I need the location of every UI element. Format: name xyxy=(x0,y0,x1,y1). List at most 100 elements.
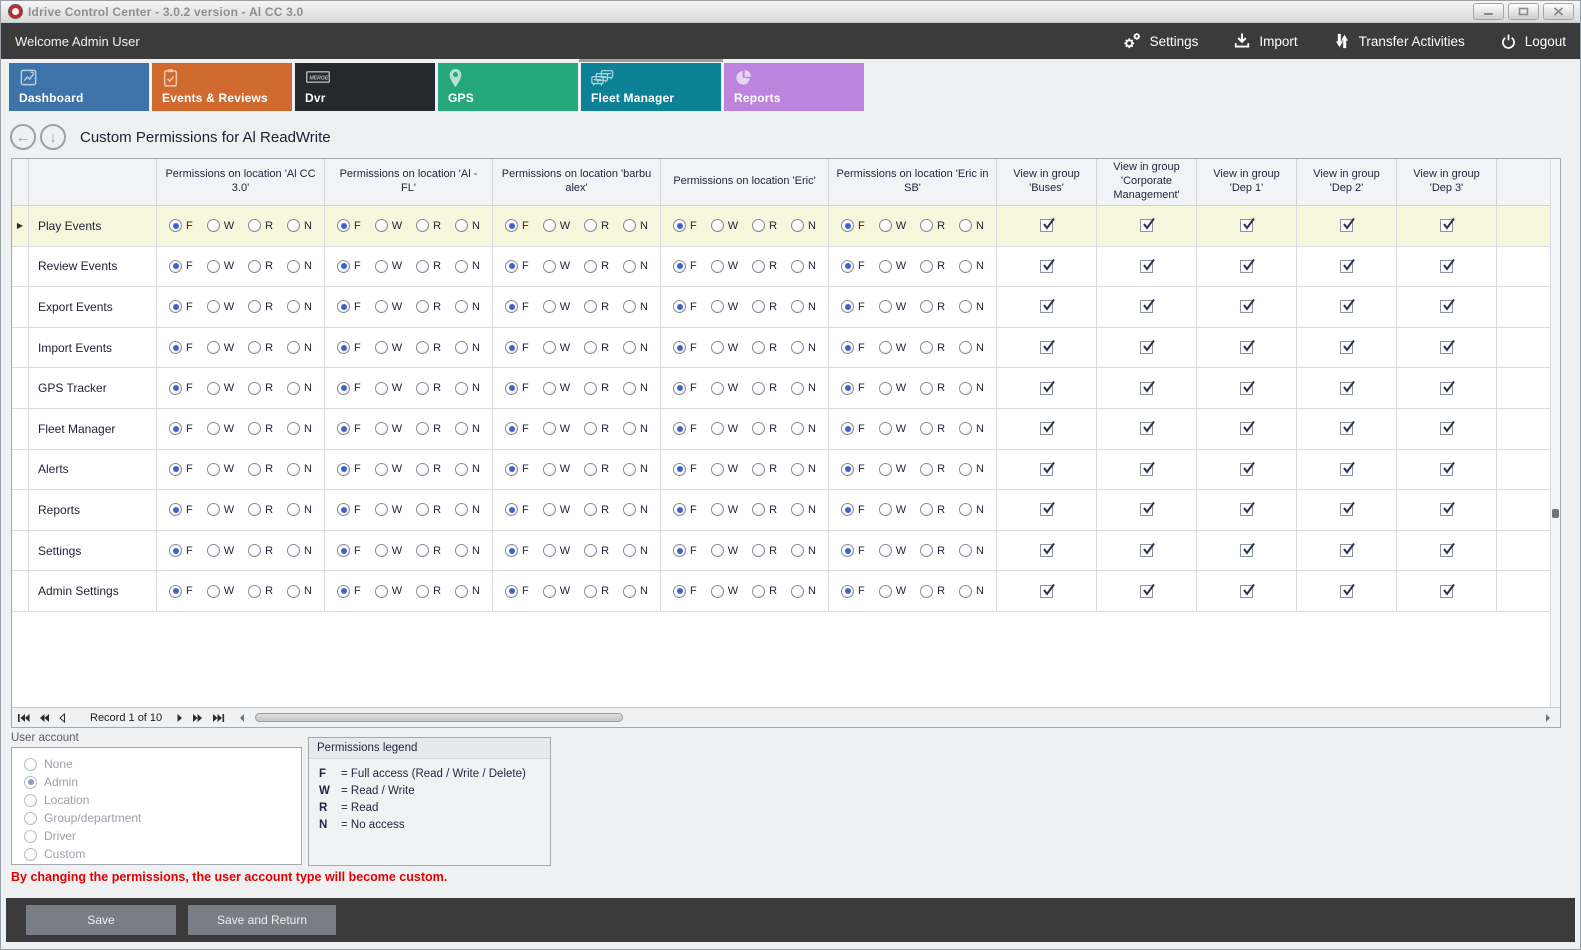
radio-button-selected[interactable] xyxy=(841,300,854,313)
permission-option-f[interactable]: F xyxy=(841,341,865,354)
next-record-button[interactable] xyxy=(176,713,183,723)
permission-option-f[interactable]: F xyxy=(505,341,529,354)
radio-button[interactable] xyxy=(711,463,724,476)
view-checkbox[interactable] xyxy=(1440,422,1453,435)
permission-option-f[interactable]: F xyxy=(337,503,361,516)
table-row[interactable]: Export EventsFWRNFWRNFWRNFWRNFWRN xyxy=(12,287,1550,328)
table-row[interactable]: SettingsFWRNFWRNFWRNFWRNFWRN xyxy=(12,531,1550,572)
radio-button[interactable] xyxy=(879,341,892,354)
radio-button-selected[interactable] xyxy=(337,219,350,232)
radio-button[interactable] xyxy=(24,812,37,825)
radio-button[interactable] xyxy=(416,422,429,435)
radio-button[interactable] xyxy=(24,830,37,843)
radio-button[interactable] xyxy=(791,219,804,232)
permission-option-w[interactable]: W xyxy=(543,382,570,395)
permission-option-n[interactable]: N xyxy=(791,341,816,354)
permission-option-n[interactable]: N xyxy=(287,219,312,232)
radio-button[interactable] xyxy=(623,382,636,395)
radio-button[interactable] xyxy=(375,503,388,516)
radio-button-selected[interactable] xyxy=(169,422,182,435)
permission-option-n[interactable]: N xyxy=(287,503,312,516)
permission-option-w[interactable]: W xyxy=(711,382,738,395)
radio-button[interactable] xyxy=(959,422,972,435)
radio-button[interactable] xyxy=(455,503,468,516)
maximize-button[interactable] xyxy=(1508,3,1539,20)
permission-option-w[interactable]: W xyxy=(375,503,402,516)
permission-option-n[interactable]: N xyxy=(791,422,816,435)
permission-option-f[interactable]: F xyxy=(841,300,865,313)
radio-button[interactable] xyxy=(543,422,556,435)
permission-option-r[interactable]: R xyxy=(416,219,441,232)
last-record-button[interactable] xyxy=(212,713,225,723)
permission-option-n[interactable]: N xyxy=(455,422,480,435)
permission-option-r[interactable]: R xyxy=(584,260,609,273)
permission-option-f[interactable]: F xyxy=(505,382,529,395)
permission-option-f[interactable]: F xyxy=(505,503,529,516)
permission-option-f[interactable]: F xyxy=(841,219,865,232)
radio-button[interactable] xyxy=(752,382,765,395)
permission-option-r[interactable]: R xyxy=(248,219,273,232)
permission-option-r[interactable]: R xyxy=(920,300,945,313)
permission-option-f[interactable]: F xyxy=(673,382,697,395)
down-button[interactable]: ↓ xyxy=(40,124,66,150)
radio-button[interactable] xyxy=(455,463,468,476)
radio-button[interactable] xyxy=(375,463,388,476)
view-checkbox[interactable] xyxy=(1440,463,1453,476)
radio-button[interactable] xyxy=(623,260,636,273)
permission-option-f[interactable]: F xyxy=(505,300,529,313)
permission-option-n[interactable]: N xyxy=(791,585,816,598)
permission-option-w[interactable]: W xyxy=(543,260,570,273)
radio-button[interactable] xyxy=(584,585,597,598)
radio-button[interactable] xyxy=(623,585,636,598)
radio-button[interactable] xyxy=(248,382,261,395)
radio-button[interactable] xyxy=(287,585,300,598)
user-account-option-location[interactable]: Location xyxy=(24,791,301,809)
radio-button[interactable] xyxy=(623,219,636,232)
radio-button[interactable] xyxy=(455,219,468,232)
view-checkbox[interactable] xyxy=(1340,341,1353,354)
radio-button[interactable] xyxy=(959,341,972,354)
permission-option-r[interactable]: R xyxy=(584,503,609,516)
permission-option-f[interactable]: F xyxy=(673,544,697,557)
permission-option-n[interactable]: N xyxy=(959,382,984,395)
permission-option-f[interactable]: F xyxy=(841,544,865,557)
radio-button-selected[interactable] xyxy=(673,544,686,557)
permission-option-f[interactable]: F xyxy=(841,422,865,435)
radio-button[interactable] xyxy=(455,341,468,354)
radio-button[interactable] xyxy=(752,463,765,476)
radio-button[interactable] xyxy=(207,382,220,395)
permission-option-f[interactable]: F xyxy=(841,585,865,598)
radio-button-selected[interactable] xyxy=(505,341,518,354)
view-checkbox[interactable] xyxy=(1440,503,1453,516)
view-checkbox[interactable] xyxy=(1040,463,1053,476)
permission-option-n[interactable]: N xyxy=(959,503,984,516)
table-row[interactable]: Review EventsFWRNFWRNFWRNFWRNFWRN xyxy=(12,247,1550,288)
permission-option-f[interactable]: F xyxy=(169,341,193,354)
header-action-logout[interactable]: Logout xyxy=(1499,32,1566,51)
permission-option-r[interactable]: R xyxy=(752,260,777,273)
view-checkbox[interactable] xyxy=(1440,300,1453,313)
header-action-settings[interactable]: Settings xyxy=(1121,30,1199,52)
prev-record-button[interactable] xyxy=(59,713,66,723)
permission-option-f[interactable]: F xyxy=(169,503,193,516)
radio-button[interactable] xyxy=(543,341,556,354)
permission-option-n[interactable]: N xyxy=(287,544,312,557)
permission-option-r[interactable]: R xyxy=(920,585,945,598)
permission-option-f[interactable]: F xyxy=(169,544,193,557)
radio-button-selected[interactable] xyxy=(841,341,854,354)
radio-button[interactable] xyxy=(584,544,597,557)
permission-option-n[interactable]: N xyxy=(959,300,984,313)
tab-events-reviews[interactable]: Events & Reviews xyxy=(152,63,292,111)
view-checkbox[interactable] xyxy=(1040,585,1053,598)
radio-button-selected[interactable] xyxy=(169,585,182,598)
radio-button[interactable] xyxy=(584,382,597,395)
radio-button-selected[interactable] xyxy=(505,503,518,516)
permission-option-w[interactable]: W xyxy=(375,382,402,395)
radio-button[interactable] xyxy=(711,260,724,273)
permission-option-f[interactable]: F xyxy=(841,463,865,476)
permission-option-w[interactable]: W xyxy=(207,260,234,273)
radio-button[interactable] xyxy=(920,544,933,557)
tab-fleet-manager[interactable]: Fleet Manager xyxy=(581,63,721,111)
permission-option-f[interactable]: F xyxy=(505,260,529,273)
radio-button[interactable] xyxy=(584,422,597,435)
